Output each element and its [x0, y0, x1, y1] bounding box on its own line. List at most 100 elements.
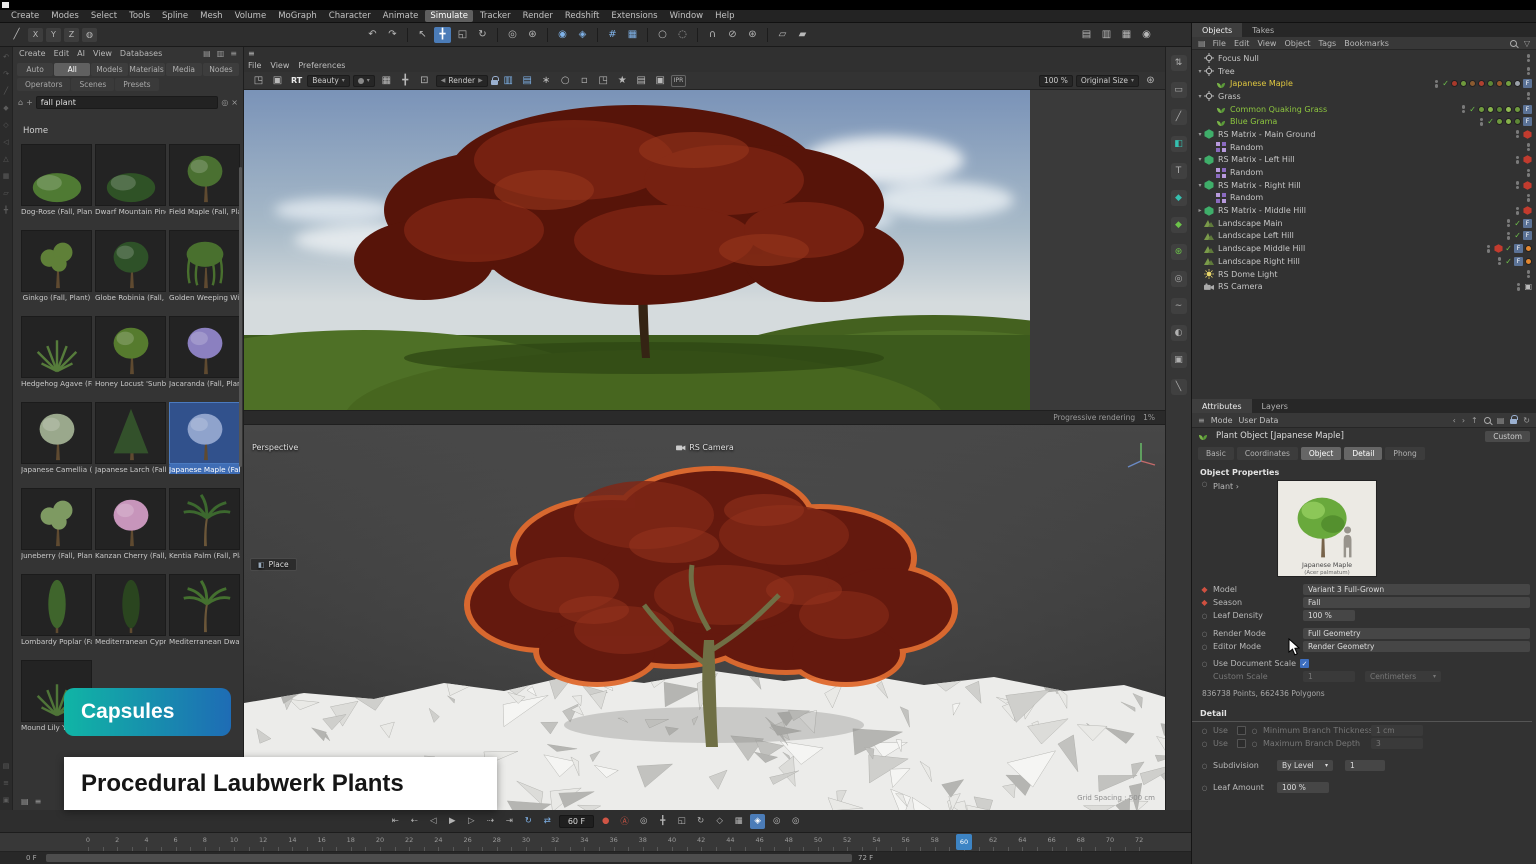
perspective-viewport[interactable]: Perspective RS Camera ◧ Place Grid Spaci… [244, 425, 1165, 810]
use-min-branch-checkbox[interactable] [1237, 726, 1246, 735]
visibility-dots[interactable] [1487, 245, 1491, 253]
search-input[interactable] [36, 96, 219, 109]
object-row-random[interactable]: Random [1192, 166, 1536, 179]
tag-f[interactable]: F [1523, 105, 1532, 114]
edge-mode-icon[interactable]: ◁ [3, 138, 8, 146]
asset-item-dwarf-mountain-pine[interactable]: Dwarf Mountain Pine (... [95, 144, 166, 216]
crop-icon[interactable]: ⊡ [416, 73, 433, 89]
visibility-dots[interactable] [1527, 67, 1531, 75]
material-chip[interactable] [1514, 80, 1521, 87]
list-icon[interactable]: ▤ [1497, 416, 1505, 425]
grid-view-icon[interactable]: ▤ [203, 49, 211, 58]
autokey-button[interactable]: Ⓐ [617, 814, 632, 829]
tag-f[interactable]: F [1514, 257, 1523, 266]
asset-item-honey-locust-sunbur[interactable]: Honey Locust 'Sunbur... [95, 316, 166, 388]
tab-presets[interactable]: Presets [115, 78, 158, 91]
redshift-tag[interactable] [1523, 155, 1532, 164]
tag-f[interactable]: F [1523, 231, 1532, 240]
rotate-tool-icon[interactable]: ↻ [474, 27, 491, 43]
ab-compare-icon[interactable]: ▥ [500, 73, 517, 89]
capsule-hex2-icon[interactable]: ◆ [1171, 217, 1187, 233]
next-key-button[interactable]: ⇢ [483, 814, 498, 829]
menu-redshift[interactable]: Redshift [560, 10, 605, 22]
object-row-tree[interactable]: ▾Tree [1192, 65, 1536, 78]
tab-scenes[interactable]: Scenes [71, 78, 114, 91]
menu-animate[interactable]: Animate [378, 10, 424, 22]
enabled-check[interactable]: ✓ [1505, 244, 1512, 253]
redshift-tag[interactable] [1523, 181, 1532, 190]
rv-menu-view[interactable]: View [270, 61, 289, 70]
layout-quad-icon[interactable]: ▦ [1118, 27, 1135, 43]
axis-mode-icon[interactable]: ╋ [4, 206, 8, 214]
layout-single-icon[interactable]: ▤ [1078, 27, 1095, 43]
undo-icon[interactable]: ↶ [3, 53, 9, 61]
object-row-rs-matrix-main-ground[interactable]: ▾RS Matrix - Main Ground [1192, 128, 1536, 141]
ipr-button[interactable]: IPR [671, 75, 687, 87]
camera-toggle[interactable]: ▣ [1524, 282, 1532, 291]
ab-menu-ai[interactable]: AI [77, 49, 85, 58]
om-menu-edit[interactable]: Edit [1234, 39, 1250, 48]
live-selection-icon[interactable]: ↖ [414, 27, 431, 43]
magnet-icon[interactable]: ∩ [704, 27, 721, 43]
capsule-hex-icon[interactable]: ◆ [1171, 190, 1187, 206]
visibility-dots[interactable] [1480, 118, 1484, 126]
menu-create[interactable]: Create [6, 10, 44, 22]
timeline-playhead[interactable]: 60 [956, 834, 972, 850]
aov-dropdown[interactable]: Beauty▾ [307, 75, 350, 87]
material-chip[interactable] [1496, 118, 1503, 125]
tab-objects[interactable]: Objects [1192, 23, 1242, 37]
visibility-dots[interactable] [1527, 143, 1531, 151]
visibility-dots[interactable] [1527, 169, 1531, 177]
material-chip[interactable] [1478, 80, 1485, 87]
visibility-dots[interactable] [1527, 270, 1531, 278]
object-row-grass[interactable]: ▾Grass [1192, 90, 1536, 103]
panel-view-icon[interactable]: ▥ [217, 49, 225, 58]
timeline-range[interactable]: 0 F 72 F [0, 852, 1191, 864]
menu-mesh[interactable]: Mesh [195, 10, 227, 22]
visibility-dots[interactable] [1507, 219, 1511, 227]
pan-icon[interactable]: ╋ [397, 73, 414, 89]
tab-takes[interactable]: Takes [1242, 23, 1284, 37]
pen-icon[interactable]: ╱ [4, 87, 8, 95]
visibility-dots[interactable] [1516, 130, 1520, 138]
om-menu-object[interactable]: Object [1284, 39, 1310, 48]
leaf-amount-field[interactable]: 100 % [1277, 782, 1329, 793]
target-icon[interactable]: ◎ [221, 98, 228, 107]
zoom-field[interactable]: 100 % [1039, 75, 1073, 87]
material-chip[interactable] [1487, 106, 1494, 113]
visibility-dots[interactable] [1517, 283, 1521, 291]
prev-key-button[interactable]: ⇠ [407, 814, 422, 829]
menu-modes[interactable]: Modes [46, 10, 84, 22]
asset-item-jacaranda-fall-plant[interactable]: Jacaranda (Fall, Plant) [169, 316, 240, 388]
tab-layers[interactable]: Layers [1252, 399, 1298, 413]
render-settings-icon[interactable]: ◌ [674, 27, 691, 43]
om-menu-bookmarks[interactable]: Bookmarks [1344, 39, 1389, 48]
record-rotation-button[interactable]: ↻ [693, 814, 708, 829]
workplane-mode-icon[interactable]: ▰ [794, 27, 811, 43]
menu-mograph[interactable]: MoGraph [273, 10, 322, 22]
material-chip[interactable] [1496, 80, 1503, 87]
object-row-japanese-maple[interactable]: Japanese Maple✓F [1192, 77, 1536, 90]
range-slider[interactable] [46, 854, 852, 862]
channels-icon[interactable]: ▤ [633, 73, 650, 89]
visibility-dots[interactable] [1435, 80, 1439, 88]
goto-start-button[interactable]: ⇤ [388, 814, 403, 829]
filter-icon[interactable]: ▽ [1524, 39, 1530, 48]
object-row-rs-matrix-left-hill[interactable]: ▾RS Matrix - Left Hill [1192, 154, 1536, 167]
search-icon[interactable] [1510, 40, 1517, 47]
annotate-icon[interactable]: ╲ [1171, 379, 1187, 395]
x-axis-lock-button[interactable]: X [28, 28, 43, 42]
panel-icon[interactable]: ▤ [1198, 39, 1206, 48]
redshift-tag[interactable] [1523, 130, 1532, 139]
render-mode-dropdown[interactable]: Full Geometry [1303, 628, 1530, 639]
menu-render[interactable]: Render [518, 10, 558, 22]
asset-item-golden-weeping-willo[interactable]: Golden Weeping Willo... [169, 230, 240, 302]
goto-end-button[interactable]: ⇥ [502, 814, 517, 829]
ab-menu-databases[interactable]: Databases [120, 49, 162, 58]
add-icon[interactable]: + [26, 98, 33, 107]
object-row-random[interactable]: Random [1192, 141, 1536, 154]
up-icon[interactable]: ↑ [1471, 416, 1478, 425]
custom-button[interactable]: Custom [1485, 431, 1530, 442]
visibility-dots[interactable] [1527, 194, 1531, 202]
timeline-ruler[interactable]: 0246810121416182022242628303234363840424… [0, 833, 1191, 852]
